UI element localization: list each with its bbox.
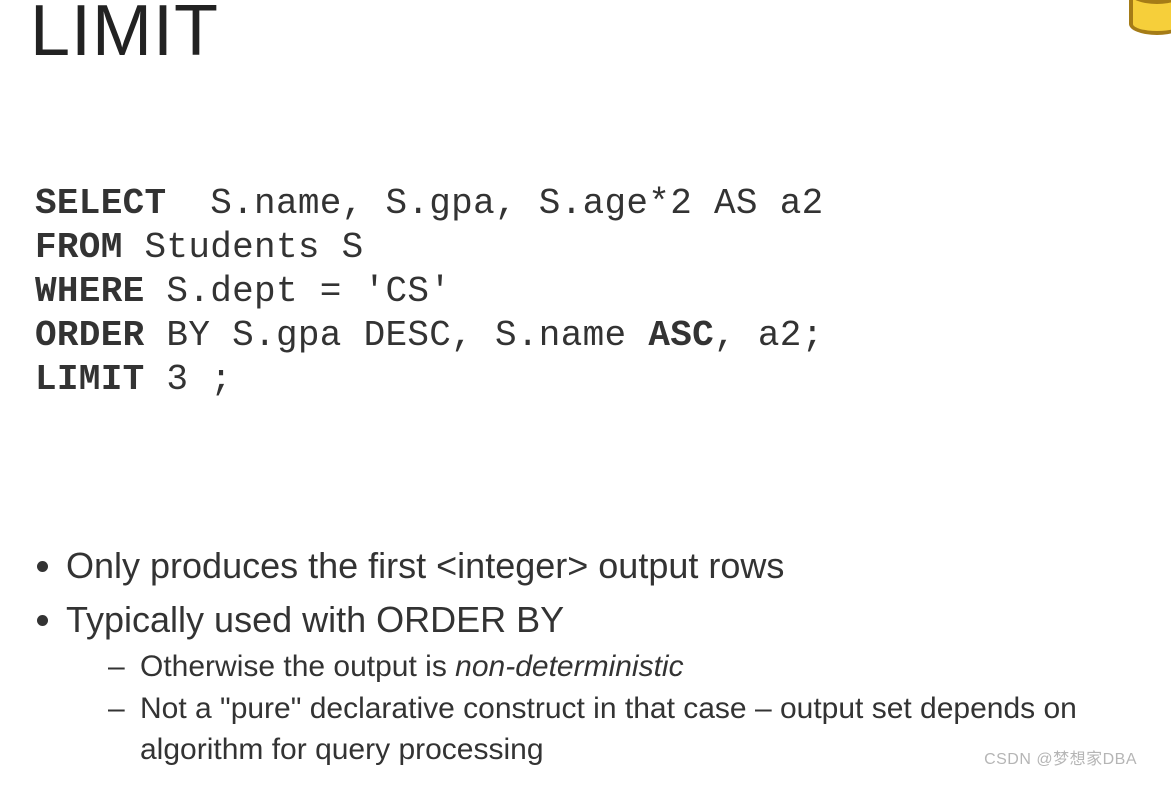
bullet-text: Typically used with ORDER BY (66, 599, 564, 640)
bullet-item: Typically used with ORDER BY Otherwise t… (66, 596, 1141, 770)
bullet-list: Only produces the first <integer> output… (66, 542, 1141, 771)
code-text: Students S (123, 227, 364, 268)
keyword-order: ORDER (35, 315, 145, 356)
code-text: 3 ; (145, 359, 233, 400)
bullet-item: Only produces the first <integer> output… (66, 542, 1141, 591)
code-text: BY S.gpa DESC, S.name (145, 315, 649, 356)
slide: LIMIT SELECT S.name, S.gpa, S.age*2 AS a… (0, 0, 1171, 785)
code-text: S.name, S.gpa, S.age*2 AS a2 (166, 183, 823, 224)
database-icon (1129, 0, 1171, 48)
keyword-limit: LIMIT (35, 359, 145, 400)
keyword-select: SELECT (35, 183, 166, 224)
code-text: S.dept = 'CS' (145, 271, 452, 312)
watermark: CSDN @梦想家DBA (984, 745, 1137, 769)
code-text: , a2; (714, 315, 824, 356)
keyword-from: FROM (35, 227, 123, 268)
sub-text: Otherwise the output is (140, 650, 455, 683)
sql-code-block: SELECT S.name, S.gpa, S.age*2 AS a2 FROM… (35, 182, 1141, 402)
keyword-asc: ASC (648, 315, 714, 356)
sub-bullet-item: Otherwise the output is non-deterministi… (108, 647, 1141, 688)
emphasis-text: non-deterministic (455, 650, 683, 683)
keyword-where: WHERE (35, 271, 145, 312)
page-title: LIMIT (30, 0, 1141, 72)
